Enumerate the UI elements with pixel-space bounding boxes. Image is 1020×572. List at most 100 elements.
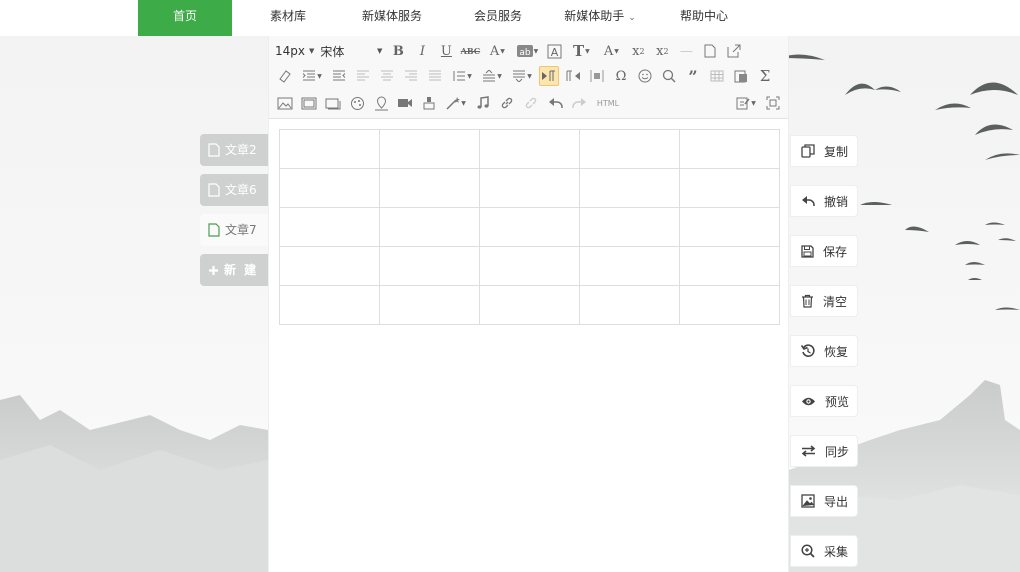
table-cell[interactable]	[479, 207, 580, 247]
paste-icon[interactable]	[731, 66, 751, 86]
save-button[interactable]: 保存	[790, 235, 858, 267]
border-text-icon[interactable]: A	[544, 41, 564, 61]
rtl-icon[interactable]	[563, 66, 583, 86]
nav-item-home[interactable]: 首页	[138, 0, 232, 36]
outdent-icon[interactable]	[329, 66, 349, 86]
table-cell[interactable]	[479, 246, 580, 286]
paragraph-spacing-icon[interactable]: ▼	[479, 66, 505, 86]
line-height-icon[interactable]: ▼	[449, 66, 475, 86]
table-cell[interactable]	[679, 168, 780, 208]
action-label: 撤销	[824, 194, 849, 209]
horizontal-rule-icon[interactable]: —	[676, 41, 696, 61]
table-cell[interactable]	[279, 285, 380, 325]
table-icon[interactable]	[707, 66, 727, 86]
document-icon	[208, 183, 220, 197]
align-justify-icon[interactable]	[425, 66, 445, 86]
undo-icon[interactable]	[545, 93, 565, 113]
multi-image-icon[interactable]	[299, 93, 319, 113]
sync-button[interactable]: 同步	[790, 435, 858, 467]
editor-content[interactable]	[279, 129, 780, 325]
bold-icon[interactable]: B	[388, 41, 408, 61]
doc-tab-article-2[interactable]: 文章2	[200, 134, 268, 166]
collect-button[interactable]: 采集	[790, 535, 858, 567]
ltr-icon[interactable]	[539, 66, 559, 86]
preview-button[interactable]: 预览	[790, 385, 858, 417]
table-cell[interactable]	[279, 207, 380, 247]
superscript-icon[interactable]: x2	[628, 41, 648, 61]
formula-icon[interactable]: Σ	[755, 66, 775, 86]
html-icon[interactable]: HTML	[593, 93, 623, 113]
restore-button[interactable]: 恢复	[790, 335, 858, 367]
nav-item-media-service[interactable]: 新媒体服务	[352, 0, 432, 36]
nav-item-help-center[interactable]: 帮助中心	[664, 0, 744, 36]
table-cell[interactable]	[379, 207, 480, 247]
magic-wand-icon[interactable]: ▼	[443, 93, 469, 113]
link-icon[interactable]	[497, 93, 517, 113]
font-color-icon[interactable]: A ▼	[484, 41, 510, 61]
font-size-select[interactable]: 14px ▼	[275, 41, 314, 61]
table-cell[interactable]	[679, 285, 780, 325]
background-color-icon[interactable]: ab ▼	[514, 41, 540, 61]
table-cell[interactable]	[479, 129, 580, 169]
underline-icon[interactable]: U	[436, 41, 456, 61]
align-center-icon[interactable]	[377, 66, 397, 86]
edit-mode-icon[interactable]: ▼	[733, 93, 759, 113]
import-icon[interactable]	[724, 41, 744, 61]
image-icon[interactable]	[275, 93, 295, 113]
new-page-icon[interactable]	[700, 41, 720, 61]
table-cell[interactable]	[679, 129, 780, 169]
table-cell[interactable]	[379, 168, 480, 208]
subscript-icon[interactable]: x2	[652, 41, 672, 61]
special-char-icon[interactable]: Ω	[611, 66, 631, 86]
table-cell[interactable]	[479, 285, 580, 325]
indent-icon[interactable]: ▼	[299, 66, 325, 86]
nav-item-media-assistant[interactable]: 新媒体助手 ⌄	[552, 0, 648, 36]
fullscreen-icon[interactable]	[763, 93, 783, 113]
table-cell[interactable]	[279, 168, 380, 208]
table-cell[interactable]	[579, 129, 680, 169]
new-doc-button[interactable]: 新 建	[200, 254, 268, 286]
nav-item-materials[interactable]: 素材库	[248, 0, 328, 36]
video-frame-icon[interactable]	[323, 93, 343, 113]
nav-item-membership[interactable]: 会员服务	[458, 0, 538, 36]
eraser-icon[interactable]	[275, 66, 295, 86]
strikethrough-icon[interactable]: ABC	[460, 41, 480, 61]
video-icon[interactable]	[395, 93, 415, 113]
insert-frame-icon[interactable]	[587, 66, 607, 86]
table-cell[interactable]	[679, 246, 780, 286]
music-icon[interactable]	[473, 93, 493, 113]
italic-icon[interactable]: I	[412, 41, 432, 61]
quote-icon[interactable]: ”	[683, 66, 703, 86]
table-cell[interactable]	[579, 246, 680, 286]
copy-button[interactable]: 复制	[790, 135, 858, 167]
table-cell[interactable]	[579, 207, 680, 247]
clear-button[interactable]: 清空	[790, 285, 858, 317]
search-icon[interactable]	[659, 66, 679, 86]
template-icon[interactable]	[347, 93, 367, 113]
paragraph-format-icon[interactable]: ▼	[509, 66, 535, 86]
doc-tab-article-7[interactable]: 文章7	[200, 214, 268, 246]
format-brush-icon[interactable]	[419, 93, 439, 113]
table-cell[interactable]	[379, 285, 480, 325]
table-cell[interactable]	[479, 168, 580, 208]
redo-icon[interactable]	[569, 93, 589, 113]
font-size-icon[interactable]: A ▼	[598, 41, 624, 61]
map-icon[interactable]	[371, 93, 391, 113]
table-cell[interactable]	[679, 207, 780, 247]
emoji-icon[interactable]	[635, 66, 655, 86]
table-cell[interactable]	[279, 129, 380, 169]
content-table[interactable]	[279, 129, 780, 325]
table-cell[interactable]	[579, 168, 680, 208]
align-right-icon[interactable]	[401, 66, 421, 86]
font-style-icon[interactable]: T ▼	[568, 41, 594, 61]
export-button[interactable]: 导出	[790, 485, 858, 517]
table-cell[interactable]	[379, 246, 480, 286]
align-left-icon[interactable]	[353, 66, 373, 86]
font-family-select[interactable]: 宋体 ▼	[320, 41, 382, 61]
unlink-icon[interactable]	[521, 93, 541, 113]
undo-button[interactable]: 撤销	[790, 185, 858, 217]
table-cell[interactable]	[379, 129, 480, 169]
doc-tab-article-6[interactable]: 文章6	[200, 174, 268, 206]
table-cell[interactable]	[579, 285, 680, 325]
table-cell[interactable]	[279, 246, 380, 286]
